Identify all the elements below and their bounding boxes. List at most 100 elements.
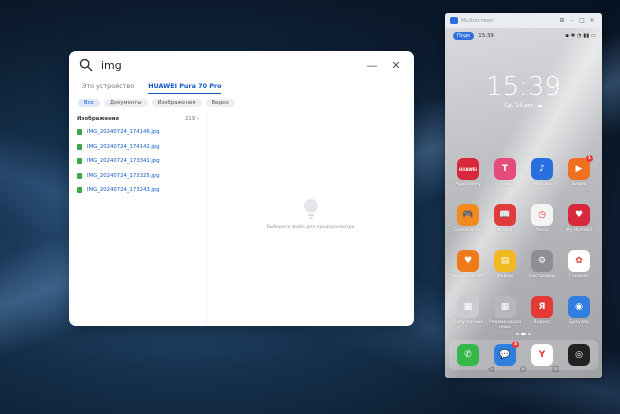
app-grid-12[interactable]: ▦ Популярные <box>450 296 486 325</box>
maximize-button[interactable]: □ <box>577 17 587 24</box>
status-time: 15:39 <box>478 33 494 39</box>
lightbulb-icon <box>303 198 318 219</box>
tab-this-device[interactable]: Это устройство <box>82 82 134 94</box>
app-grid-1[interactable]: T Темы <box>487 158 523 187</box>
notification-badge: 3 <box>512 341 519 348</box>
app-grid-4[interactable]: 🎮 GameCenter <box>450 204 486 233</box>
app-grid-13[interactable]: ▦ Рекомендова нные <box>487 296 523 330</box>
multiscreen-titlebar: Multiscreen ⊞ – □ ✕ <box>445 13 602 28</box>
recents-icon[interactable]: □ <box>552 365 559 373</box>
section-title: Изображения <box>77 116 119 122</box>
preview-hint: Выберите файл для предпросмотра <box>266 224 355 230</box>
app-label: Файлы <box>496 274 514 279</box>
file-item[interactable]: IMG_20240724_174142.jpg <box>77 140 199 155</box>
app-label: Темы <box>498 182 512 187</box>
app-grid-14[interactable]: Я Яндекс <box>524 296 560 325</box>
status-icons: ▪ ✱ ◔ ▮▮ ▭ <box>565 33 596 39</box>
image-file-icon <box>77 158 82 165</box>
app-icon: ▤ <box>494 250 516 272</box>
app-icon: ▶ 1 <box>568 155 593 180</box>
app-label: Браузер <box>569 320 589 325</box>
app-icon: ✿ <box>568 250 590 272</box>
tab-huawei-pura[interactable]: HUAWEI Pura 70 Pro <box>148 82 222 94</box>
app-grid-3[interactable]: ▶ 1 Видео <box>561 155 597 187</box>
notification-badge: 1 <box>586 155 593 162</box>
file-name: IMG_20240724_173341.jpg <box>87 158 160 165</box>
app-label: Галерея <box>569 274 589 279</box>
lockscreen-clock: 15:39 <box>486 72 561 102</box>
app-icon: ◉ <box>568 296 590 318</box>
file-item[interactable]: IMG_20240724_173243.jpg <box>77 183 199 198</box>
app-label: Мy HUAWEI <box>565 228 593 233</box>
minimize-button[interactable]: – <box>567 17 577 24</box>
filter-chips: Все Документы Изображения Видео <box>69 94 414 112</box>
app-label: GameCenter <box>453 228 483 233</box>
app-grid-10[interactable]: ⚙ Настройки <box>524 250 560 279</box>
app-grid-6[interactable]: ◷ Часы <box>524 204 560 233</box>
phone-mirror-window: Multiscreen ⊞ – □ ✕ Подк 15:39 ▪ ✱ ◔ ▮▮ … <box>445 13 602 378</box>
preview-pane: Выберите файл для предпросмотра <box>207 112 414 326</box>
date-label: Ср, 14 авг. ☁ <box>504 103 543 109</box>
file-name: IMG_20240724_173243.jpg <box>87 187 160 194</box>
results-area: Изображения 219 › IMG_20240724_174146.jp… <box>69 112 414 326</box>
window-title: Multiscreen <box>461 17 494 24</box>
app-grid-0[interactable]: HUAWEI AppGallery <box>450 158 486 187</box>
image-file-icon <box>77 172 82 179</box>
chip-all[interactable]: Все <box>78 99 100 107</box>
app-label: Часы <box>535 228 549 233</box>
status-bar: Подк 15:39 ▪ ✱ ◔ ▮▮ ▭ <box>453 31 596 41</box>
file-item[interactable]: IMG_20240724_174146.jpg <box>77 125 199 140</box>
file-name: IMG_20240724_174142.jpg <box>87 143 160 150</box>
chip-images[interactable]: Изображения <box>151 99 202 107</box>
file-item[interactable]: IMG_20240724_173325.jpg <box>77 169 199 184</box>
navigation-bar: ◁ ○ □ <box>445 362 602 376</box>
close-button[interactable]: ✕ <box>388 57 404 73</box>
search-input[interactable] <box>101 58 356 72</box>
app-icon: ⚙ <box>531 250 553 272</box>
source-tabs: Это устройство HUAWEI Pura 70 Pro <box>69 79 414 94</box>
file-name: IMG_20240724_173325.jpg <box>87 172 160 179</box>
app-grid-9[interactable]: ▤ Файлы <box>487 250 523 279</box>
app-label: AppGallery <box>455 182 481 187</box>
app-icon: 🎮 <box>457 204 479 226</box>
pin-icon[interactable]: ⊞ <box>557 17 567 24</box>
minimize-button[interactable]: — <box>364 57 380 73</box>
app-grid-7[interactable]: ♥ Мy HUAWEI <box>561 204 597 233</box>
app-icon: HUAWEI <box>457 158 479 180</box>
app-grid-11[interactable]: ✿ Галерея <box>561 250 597 279</box>
search-window: — ✕ Это устройство HUAWEI Pura 70 Pro Вс… <box>69 51 414 326</box>
close-button[interactable]: ✕ <box>587 17 597 24</box>
connect-pill[interactable]: Подк <box>453 32 475 40</box>
section-header: Изображения 219 › <box>77 116 199 122</box>
app-icon: ▦ <box>457 296 479 318</box>
search-icon <box>79 58 93 72</box>
back-icon[interactable]: ◁ <box>488 365 493 373</box>
app-icon: 📖 <box>494 204 516 226</box>
app-grid-8[interactable]: ♥ Huawei Health <box>450 250 486 279</box>
image-file-icon <box>77 187 82 194</box>
file-name: IMG_20240724_174146.jpg <box>87 129 160 136</box>
section-count[interactable]: 219 › <box>185 116 199 122</box>
app-label: Huawei Health <box>451 274 485 279</box>
app-icon: T <box>494 158 516 180</box>
chip-video[interactable]: Видео <box>205 99 235 107</box>
file-item[interactable]: IMG_20240724_173341.jpg <box>77 154 199 169</box>
app-grid-15[interactable]: ◉ Браузер <box>561 296 597 325</box>
phone-screen[interactable]: Подк 15:39 ▪ ✱ ◔ ▮▮ ▭ 15:39 Ср, 14 авг. … <box>445 28 602 378</box>
app-grid-2[interactable]: ♪ Музыка <box>524 158 560 187</box>
app-grid-5[interactable]: 📖 Книги <box>487 204 523 233</box>
multiscreen-logo-icon <box>450 17 458 24</box>
page-indicator <box>445 333 602 335</box>
home-icon[interactable]: ○ <box>520 365 526 373</box>
results-list: Изображения 219 › IMG_20240724_174146.jp… <box>69 112 207 326</box>
search-bar: — ✕ <box>69 51 414 79</box>
app-icon: ♥ <box>457 250 479 272</box>
app-label: Рекомендова нные <box>489 320 521 331</box>
chip-documents[interactable]: Документы <box>103 99 148 107</box>
app-icon: ◷ <box>531 204 553 226</box>
app-label: Видео <box>571 182 587 187</box>
app-icon: ♪ <box>531 158 553 180</box>
app-icon: ▦ <box>494 296 516 318</box>
app-icon: Я <box>531 296 553 318</box>
image-file-icon <box>77 143 82 150</box>
